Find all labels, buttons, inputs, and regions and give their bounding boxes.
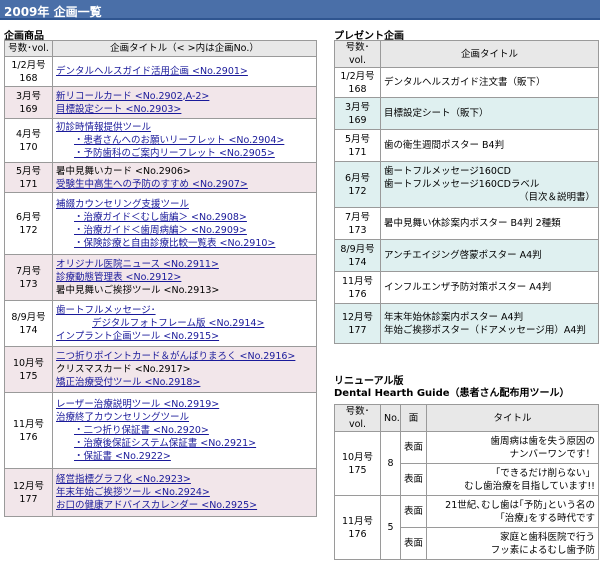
table-row: 11月号 176 5 表面 21世紀､むし歯は｢予防｣という名の ｢治療｣をする時代… xyxy=(334,495,599,560)
campaign-link[interactable]: 目標設定シート <No.2903> xyxy=(56,104,181,115)
campaign-text: クリスマスカード <No.2917> xyxy=(56,364,191,375)
campaign-text: 暑中見舞いカード <No.2906> xyxy=(56,165,191,177)
campaign-link[interactable]: オリジナル医院ニュース <No.2911> xyxy=(56,259,219,270)
renewal-heading: リニューアル版 Dental Hearth Guide（患者さん配布用ツール） xyxy=(334,376,570,399)
table-row: 7月号 173 暑中見舞い休診案内ポスター B4判 2種類 xyxy=(334,207,599,240)
campaign-link[interactable]: 矯正治療受付ツール <No.2918> xyxy=(56,377,200,388)
table-row: 7月号 173 オリジナル医院ニュース <No.2911> 診療動態管理表 <No… xyxy=(4,254,317,301)
col-header-issue: 号数･vol. xyxy=(334,404,381,432)
table-row: 1/2月号 168 デンタルヘルスガイド活用企画 <No.2901> xyxy=(4,56,317,87)
col-header-issue: 号数･vol. xyxy=(334,40,381,68)
campaign-products-table: 号数･vol. 企画タイトル（< >内は企画No.） 1/2月号 168 デンタル… xyxy=(4,40,317,517)
campaign-link[interactable]: ・予防歯科のご案内リーフレット <No.2905> xyxy=(56,148,275,159)
col-header-title: 企画タイトル（< >内は企画No.） xyxy=(52,40,317,57)
present-campaign-table: 号数･vol. 企画タイトル 1/2月号 168 デンタルヘルスガイド注文書（販下… xyxy=(334,40,599,344)
campaign-link[interactable]: ・治療ガイド＜むし歯編＞ <No.2908> xyxy=(56,212,247,223)
col-header-title: タイトル xyxy=(426,404,599,432)
table-row: 12月号 177 年末年始休診案内ポスター A4判 年始ご挨拶ポスター（ドアメッセー… xyxy=(334,303,599,344)
table-row: 3月号 169 目標設定シート（販下） xyxy=(334,97,599,130)
campaign-link[interactable]: 診療動態管理表 <No.2912> xyxy=(56,272,181,283)
campaign-link[interactable]: レーザー治療説明ツール <No.2919> xyxy=(56,399,219,410)
campaign-link[interactable]: ・治療後保証システム保証書 <No.2921> xyxy=(56,438,256,449)
col-header-title: 企画タイトル xyxy=(380,40,599,68)
page-title-bar: 2009年 企画一覧 xyxy=(0,0,600,20)
table-row: 5月号 171 暑中見舞いカード <No.2906> 受験生中高生への予防のすすめ… xyxy=(4,162,317,193)
table-row: 6月号 172 歯ートフルメッセージ160CD 歯ートフルメッセージ160CDラベル… xyxy=(334,161,599,208)
campaign-link[interactable]: お口の健康アドバイスカレンダー <No.2925> xyxy=(56,500,257,511)
campaign-link[interactable]: 二つ折りポイントカード＆がんばりまろく <No.2916> xyxy=(56,351,295,362)
campaign-link[interactable]: 補綴カウンセリング支援ツール xyxy=(56,199,189,210)
campaign-link[interactable]: 治療終了カウンセリングツール xyxy=(56,412,189,423)
campaign-link[interactable]: ・保険診療と自由診療比較一覧表 <No.2910> xyxy=(56,238,275,249)
campaign-link[interactable]: ・保証書 <No.2922> xyxy=(56,451,171,462)
campaign-link[interactable]: デンタルヘルスガイド活用企画 <No.2901> xyxy=(56,66,248,77)
campaign-text: 暑中見舞いご挨拶ツール <No.2913> xyxy=(56,285,220,296)
table-row: 5月号 171 歯の衛生週間ポスター B4判 xyxy=(334,129,599,162)
renewal-guide-table: 号数･vol. No. 面 タイトル 10月号 175 8 表面 歯周病は歯を失う… xyxy=(334,404,599,560)
table-row: 8/9月号 174 アンチエイジング啓蒙ポスター A4判 xyxy=(334,239,599,272)
campaign-link[interactable]: ・二つ折り保証書 <No.2920> xyxy=(56,425,209,436)
table-row: 10月号 175 二つ折りポイントカード＆がんばりまろく <No.2916> クリ… xyxy=(4,346,317,393)
table-row: 1/2月号 168 デンタルヘルスガイド注文書（販下） xyxy=(334,67,599,98)
table-row: 10月号 175 8 表面 歯周病は歯を失う原因の ナンバーワンです！ xyxy=(334,431,599,496)
table-row: 6月号 172 補綴カウンセリング支援ツール ・治療ガイド＜むし歯編＞ <No.2… xyxy=(4,192,317,255)
campaign-link[interactable]: ・治療ガイド＜歯周病編＞ <No.2909> xyxy=(56,225,247,236)
table-row: 4月号 170 初診時情報提供ツール ・患者さんへのお願いリーフレット <No.2… xyxy=(4,118,317,163)
campaign-link[interactable]: 受験生中高生への予防のすすめ <No.2907> xyxy=(56,179,248,190)
campaign-link[interactable]: デジタルフォトフレーム版 <No.2914> xyxy=(56,318,264,329)
col-header-issue: 号数･vol. xyxy=(4,40,53,57)
table-row: 3月号 169 新リコールカード <No.2902,A-2> 目標設定シート <N… xyxy=(4,86,317,119)
col-header-face: 面 xyxy=(400,404,427,432)
col-header-no: No. xyxy=(380,404,401,432)
campaign-link[interactable]: 新リコールカード <No.2902,A-2> xyxy=(56,91,209,102)
table-row: 12月号 177 経営指標グラフ化 <No.2923> 年末年始ご挨拶ツール <N… xyxy=(4,468,317,517)
campaign-link[interactable]: ・患者さんへのお願いリーフレット <No.2904> xyxy=(56,135,284,146)
campaign-link[interactable]: 歯ートフルメッセージ･ xyxy=(56,305,156,316)
table-row: 11月号 176 インフルエンザ予防対策ポスター A4判 xyxy=(334,271,599,304)
table-row: 11月号 176 レーザー治療説明ツール <No.2919> 治療終了カウンセリン… xyxy=(4,392,317,469)
campaign-link[interactable]: 年末年始ご挨拶ツール <No.2924> xyxy=(56,487,210,498)
table-row: 8/9月号 174 歯ートフルメッセージ･ デジタルフォトフレーム版 <No.29… xyxy=(4,300,317,347)
page-title: 2009年 企画一覧 xyxy=(4,5,102,19)
campaign-link[interactable]: 経営指標グラフ化 <No.2923> xyxy=(56,474,191,485)
campaign-link[interactable]: インプラント企画ツール <No.2915> xyxy=(56,331,219,342)
campaign-link[interactable]: 初診時情報提供ツール xyxy=(56,122,151,133)
